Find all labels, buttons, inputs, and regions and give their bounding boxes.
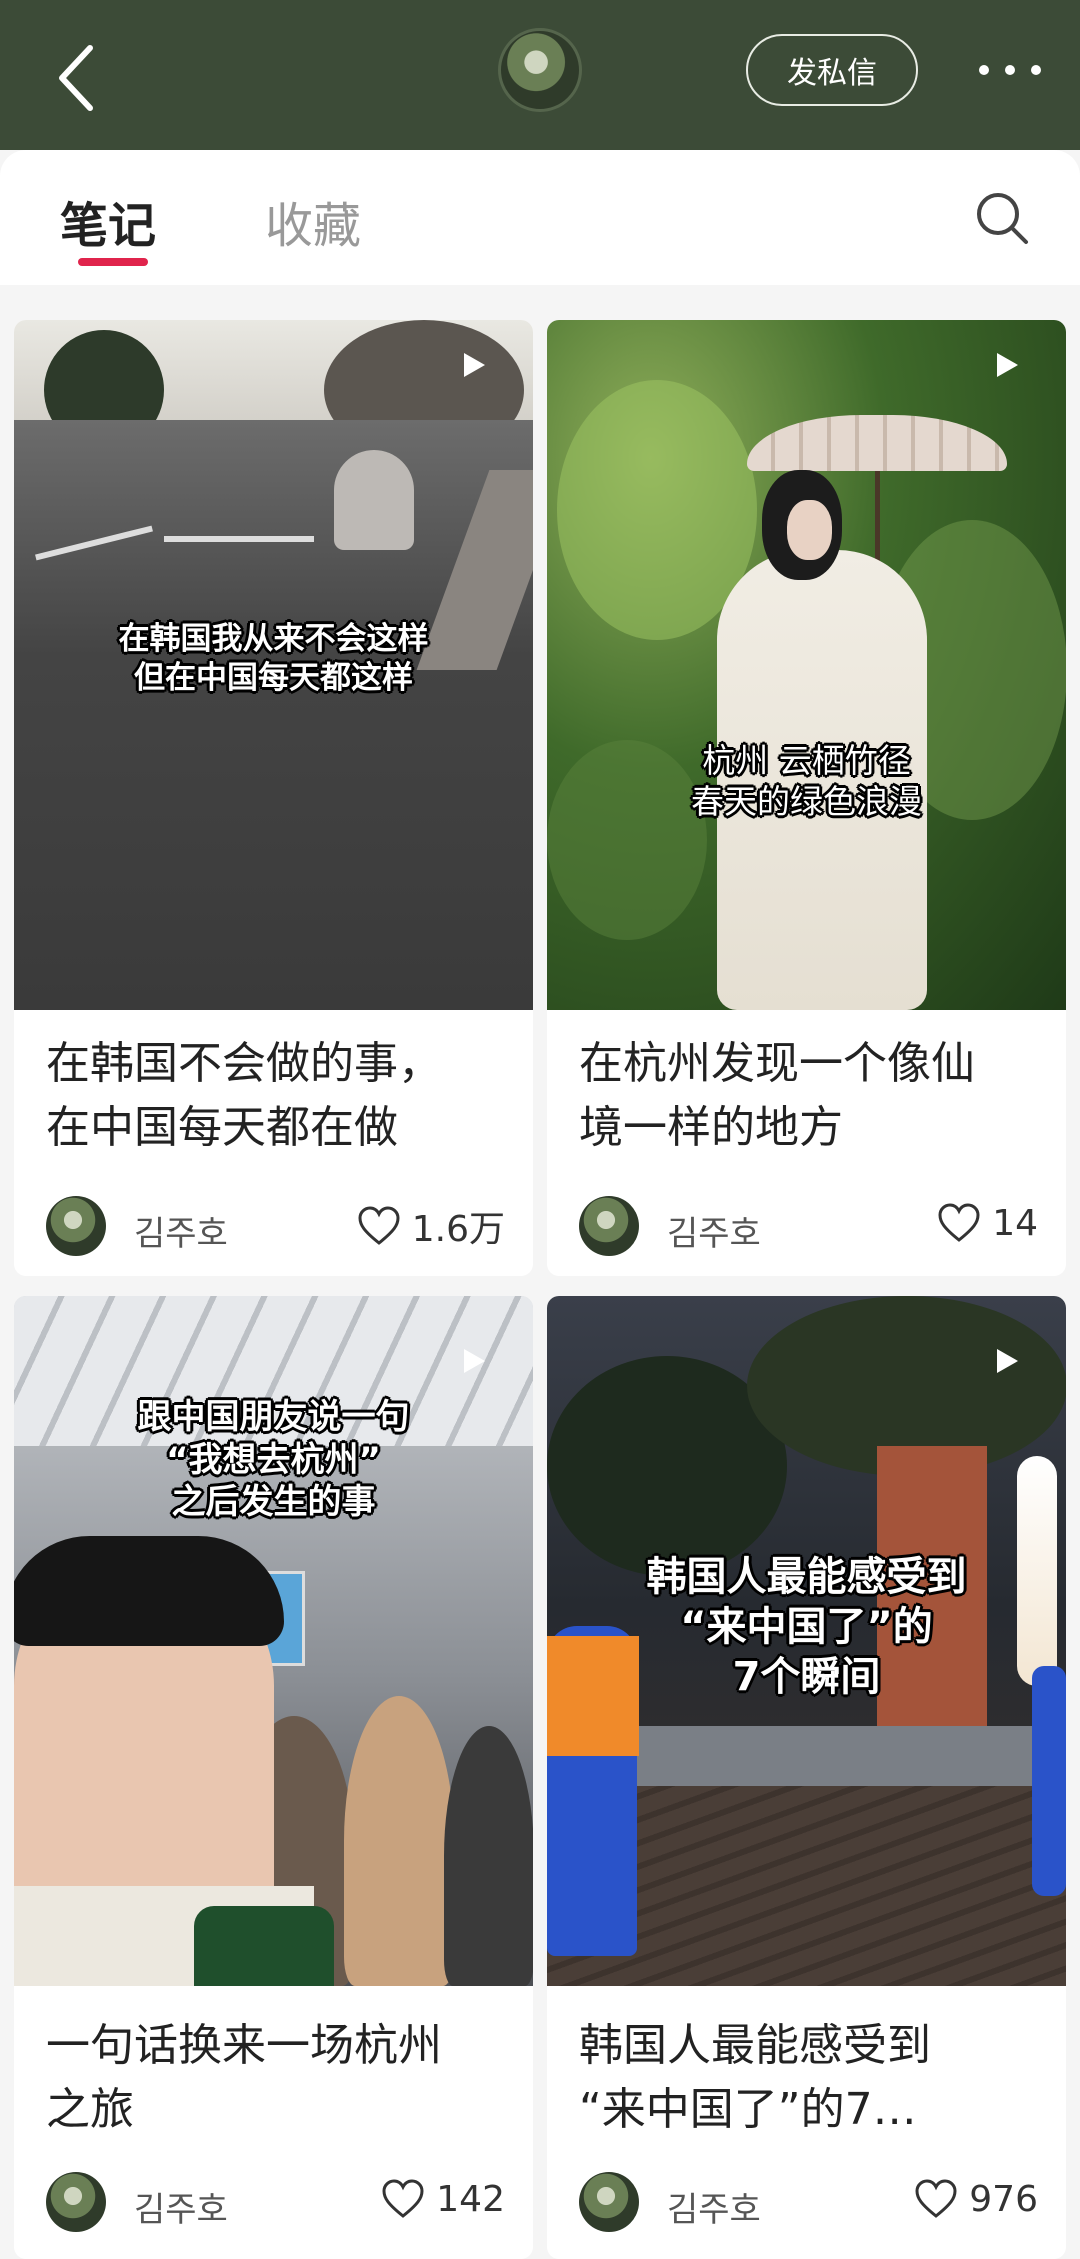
like-count: 14 (992, 1202, 1038, 1244)
like-count: 976 (969, 2178, 1038, 2220)
play-icon (464, 1349, 485, 1373)
heart-icon (938, 1203, 980, 1242)
author-name[interactable]: 김주호 (134, 1206, 228, 1255)
author-name[interactable]: 김주호 (667, 2182, 761, 2231)
play-icon (464, 353, 485, 377)
video-caption: 韩国人最能感受到 “来中国了”的 7个瞬间 (646, 1554, 967, 1700)
heart-icon (915, 2179, 957, 2218)
author-avatar[interactable] (579, 2172, 639, 2232)
search-icon[interactable] (972, 188, 1032, 248)
author-name[interactable]: 김주호 (134, 2182, 228, 2231)
note-cover-image[interactable]: 杭州 云栖竹径 春天的绿色浪漫 (547, 320, 1066, 1010)
note-meta: 김주호 14 (547, 1192, 1066, 1256)
tab-favorites[interactable]: 收藏 (265, 186, 361, 256)
video-caption: 在韩国我从来不会这样 但在中国每天都这样 (118, 621, 429, 696)
video-caption: 杭州 云栖竹径 春天的绿色浪漫 (691, 741, 922, 822)
more-options-button[interactable] (960, 50, 1060, 90)
back-button[interactable] (50, 38, 110, 118)
more-dots-icon (979, 65, 989, 75)
like-button[interactable]: 142 (380, 2176, 505, 2222)
author-avatar[interactable] (46, 1196, 106, 1256)
play-icon (997, 1349, 1018, 1373)
note-title[interactable]: 韩国人最能感受到 “来中国了”的7… (579, 2014, 1039, 2142)
note-title[interactable]: 一句话换来一场杭州 之旅 (46, 2014, 506, 2142)
note-card[interactable]: 在韩国我从来不会这样 但在中国每天都这样 在韩国不会做的事， 在中国每天都在做 … (14, 320, 533, 1276)
author-avatar[interactable] (579, 1196, 639, 1256)
note-meta: 김주호 976 (547, 2168, 1066, 2232)
note-meta: 김주호 142 (14, 2168, 533, 2232)
chevron-left-icon (59, 45, 93, 111)
tab-bar: 笔记 收藏 (0, 150, 1080, 285)
note-title[interactable]: 在杭州发现一个像仙 境一样的地方 (579, 1032, 1039, 1160)
play-icon (997, 353, 1018, 377)
video-caption: 跟中国朋友说一句 “我想去杭州” 之后发生的事 (137, 1397, 410, 1522)
tab-notes[interactable]: 笔记 (60, 186, 156, 256)
like-button[interactable]: 1.6万 (356, 1200, 505, 1252)
like-button[interactable]: 14 (936, 1200, 1038, 1246)
author-avatar[interactable] (46, 2172, 106, 2232)
note-card[interactable]: 韩国人最能感受到 “来中国了”的 7个瞬间 韩国人最能感受到 “来中国了”的7…… (547, 1296, 1066, 2259)
like-count: 1.6万 (411, 1209, 505, 1250)
active-tab-indicator (78, 258, 148, 266)
note-card[interactable]: 跟中国朋友说一句 “我想去杭州” 之后发生的事 一句话换来一场杭州 之旅 김주호… (14, 1296, 533, 2259)
avatar[interactable] (498, 28, 582, 112)
heart-icon (382, 2179, 424, 2218)
note-cover-image[interactable]: 韩国人最能感受到 “来中国了”的 7个瞬间 (547, 1296, 1066, 1986)
send-message-button[interactable]: 发私信 (746, 34, 918, 106)
like-count: 142 (436, 2178, 505, 2220)
profile-header: 发私信 (0, 0, 1080, 150)
note-title[interactable]: 在韩国不会做的事， 在中国每天都在做 (46, 1032, 506, 1160)
note-card[interactable]: 杭州 云栖竹径 春天的绿色浪漫 在杭州发现一个像仙 境一样的地方 김주호 14 (547, 320, 1066, 1276)
heart-icon (358, 1206, 400, 1245)
note-cover-image[interactable]: 在韩国我从来不会这样 但在中国每天都这样 (14, 320, 533, 1010)
like-button[interactable]: 976 (913, 2176, 1038, 2222)
note-meta: 김주호 1.6万 (14, 1192, 533, 1256)
author-name[interactable]: 김주호 (667, 1206, 761, 1255)
note-cover-image[interactable]: 跟中国朋友说一句 “我想去杭州” 之后发生的事 (14, 1296, 533, 1986)
